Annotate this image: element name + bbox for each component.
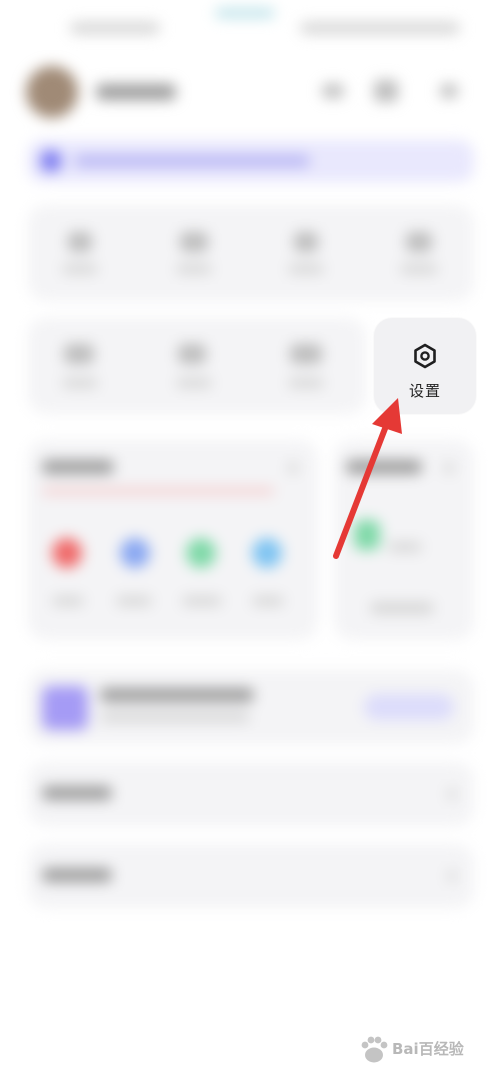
shortcut-chevron-left[interactable] [288,462,298,474]
settings-label: 设置 [408,382,441,400]
status-bar-time [70,22,160,34]
grid-label-2 [176,264,212,274]
grid-card-row1 [28,205,474,301]
feature-card-subtitle [100,712,250,722]
header-icon-3[interactable] [440,84,458,98]
banner-icon [40,150,62,172]
grid-label-1 [62,264,98,274]
grid-icon-5[interactable] [64,344,94,364]
shortcut-chevron-right[interactable] [444,462,454,474]
feature-card-title [100,688,254,702]
shortcut-icon-green[interactable] [186,538,216,568]
shortcut-icon-sky[interactable] [252,538,282,568]
grid-icon-7[interactable] [290,344,322,364]
list-row-2-label [42,868,112,882]
settings-tile[interactable]: 设置 [374,318,476,414]
grid-icon-6[interactable] [178,344,206,364]
shortcut-label-3 [182,596,222,606]
grid-label-7 [288,378,324,388]
list-row-1-label [42,786,112,800]
shortcut-label-2 [116,596,152,606]
grid-label-3 [288,264,324,274]
status-bar-indicator [215,8,275,18]
feature-card-button[interactable] [364,694,454,720]
shortcut-right-green-mark [354,520,380,550]
header-icon-1[interactable] [322,84,344,98]
header-icon-2[interactable] [374,80,398,102]
shortcut-right-line-1 [388,542,422,552]
app-screen: 设置 Bai百经验 [0,0,500,1084]
shortcut-label-4 [252,596,284,606]
username [96,84,176,100]
watermark-text: Bai百经验 [392,1040,464,1058]
grid-label-5 [62,378,98,388]
status-bar-icons [300,22,460,34]
banner-text [74,155,310,167]
blurred-background [0,0,500,1084]
shortcut-icon-red[interactable] [52,538,82,568]
hexagon-gear-icon [414,343,436,369]
grid-icon-2[interactable] [180,232,208,252]
list-row-2-chevron [448,870,456,882]
grid-icon-3[interactable] [294,232,318,252]
shortcut-title-left [42,460,114,474]
avatar[interactable] [26,66,78,118]
shortcut-icon-blue[interactable] [120,538,150,568]
grid-label-6 [176,378,212,388]
grid-card-row2 [28,318,366,414]
shortcut-title-right [346,460,422,474]
feature-card-icon [42,686,88,730]
grid-icon-4[interactable] [406,232,432,252]
shortcut-label-1 [52,596,84,606]
grid-label-4 [400,264,438,274]
list-row-1-chevron [448,788,456,800]
shortcut-progress-line [42,488,274,494]
shortcut-right-line-2 [370,602,434,614]
grid-icon-1[interactable] [68,232,92,252]
paw-icon [361,1036,388,1063]
watermark: Bai百经验 [356,1028,486,1072]
